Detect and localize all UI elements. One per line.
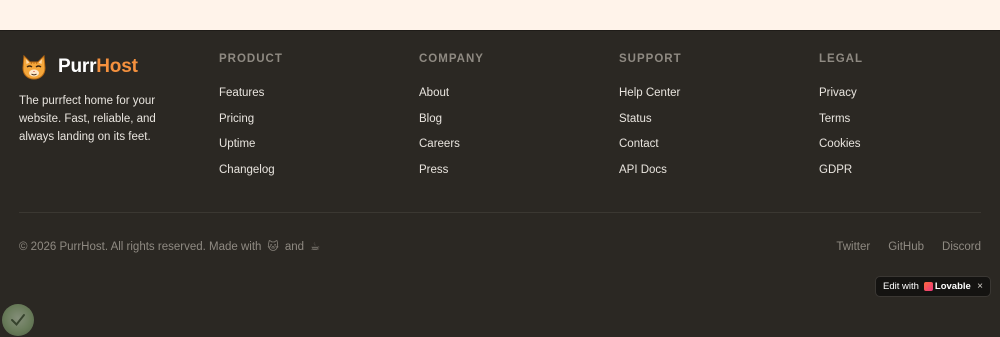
footer-link-features[interactable]: Features	[219, 86, 264, 100]
brand-description: The purrfect home for your website. Fast…	[19, 95, 156, 143]
footer-link-pricing[interactable]: Pricing	[219, 112, 254, 126]
column-title-company: COMPANY	[419, 53, 484, 65]
footer-link-privacy[interactable]: Privacy	[819, 86, 857, 100]
social-link-discord[interactable]: Discord	[942, 240, 981, 254]
copyright-and: and	[284, 241, 305, 253]
cat-face-icon	[22, 54, 46, 80]
footer-link-api-docs[interactable]: API Docs	[619, 163, 667, 177]
page-top-band	[0, 0, 1000, 31]
social-links: Twitter GitHub Discord	[836, 240, 981, 254]
footer-link-contact[interactable]: Contact	[619, 137, 659, 151]
brand-name-accent: Host	[96, 56, 138, 77]
footer-link-cookies[interactable]: Cookies	[819, 137, 861, 151]
brand-name-primary: Purr	[58, 56, 97, 77]
social-link-github[interactable]: GitHub	[888, 240, 924, 254]
footer-link-uptime[interactable]: Uptime	[219, 137, 255, 151]
footer-link-press[interactable]: Press	[419, 163, 448, 177]
copyright-notice: © 2026 PurrHost. All rights reserved. Ma…	[19, 240, 326, 254]
footer-column-legal: LEGAL Privacy Terms Cookies GDPR	[819, 52, 863, 185]
footer-column-company: COMPANY About Blog Careers Press	[419, 52, 484, 185]
footer-link-status[interactable]: Status	[619, 112, 652, 126]
footer-divider	[19, 212, 981, 213]
footer-link-about[interactable]: About	[419, 86, 449, 100]
footer-link-gdpr[interactable]: GDPR	[819, 163, 852, 177]
footer-link-help-center[interactable]: Help Center	[619, 86, 680, 100]
column-title-support: SUPPORT	[619, 53, 682, 65]
footer-column-support: SUPPORT Help Center Status Contact API D…	[619, 52, 682, 185]
footer-link-careers[interactable]: Careers	[419, 137, 460, 151]
lovable-heart-icon	[923, 282, 933, 291]
copyright-text: © 2026 PurrHost. All rights reserved. Ma…	[19, 241, 262, 253]
close-icon[interactable]: ×	[977, 281, 983, 292]
column-title-product: PRODUCT	[219, 53, 283, 65]
footer-column-product: PRODUCT Features Pricing Uptime Changelo…	[219, 52, 283, 185]
edit-badge-prefix: Edit with	[883, 281, 919, 292]
footer-brand[interactable]: PurrHost	[19, 52, 138, 82]
edit-with-lovable-badge[interactable]: Edit with Lovable ×	[875, 276, 991, 297]
social-link-twitter[interactable]: Twitter	[836, 240, 870, 254]
cat-emoji-icon: 🐱	[267, 241, 279, 253]
leaf-check-icon	[11, 314, 25, 327]
footer-link-terms[interactable]: Terms	[819, 112, 850, 126]
footer-link-changelog[interactable]: Changelog	[219, 163, 275, 177]
brand-name: PurrHost	[58, 56, 138, 78]
footer-link-blog[interactable]: Blog	[419, 112, 442, 126]
corner-widget-icon[interactable]	[2, 304, 34, 336]
column-title-legal: LEGAL	[819, 53, 863, 65]
coffee-emoji-icon: ☕	[310, 241, 320, 253]
edit-badge-brand: Lovable	[934, 281, 971, 292]
